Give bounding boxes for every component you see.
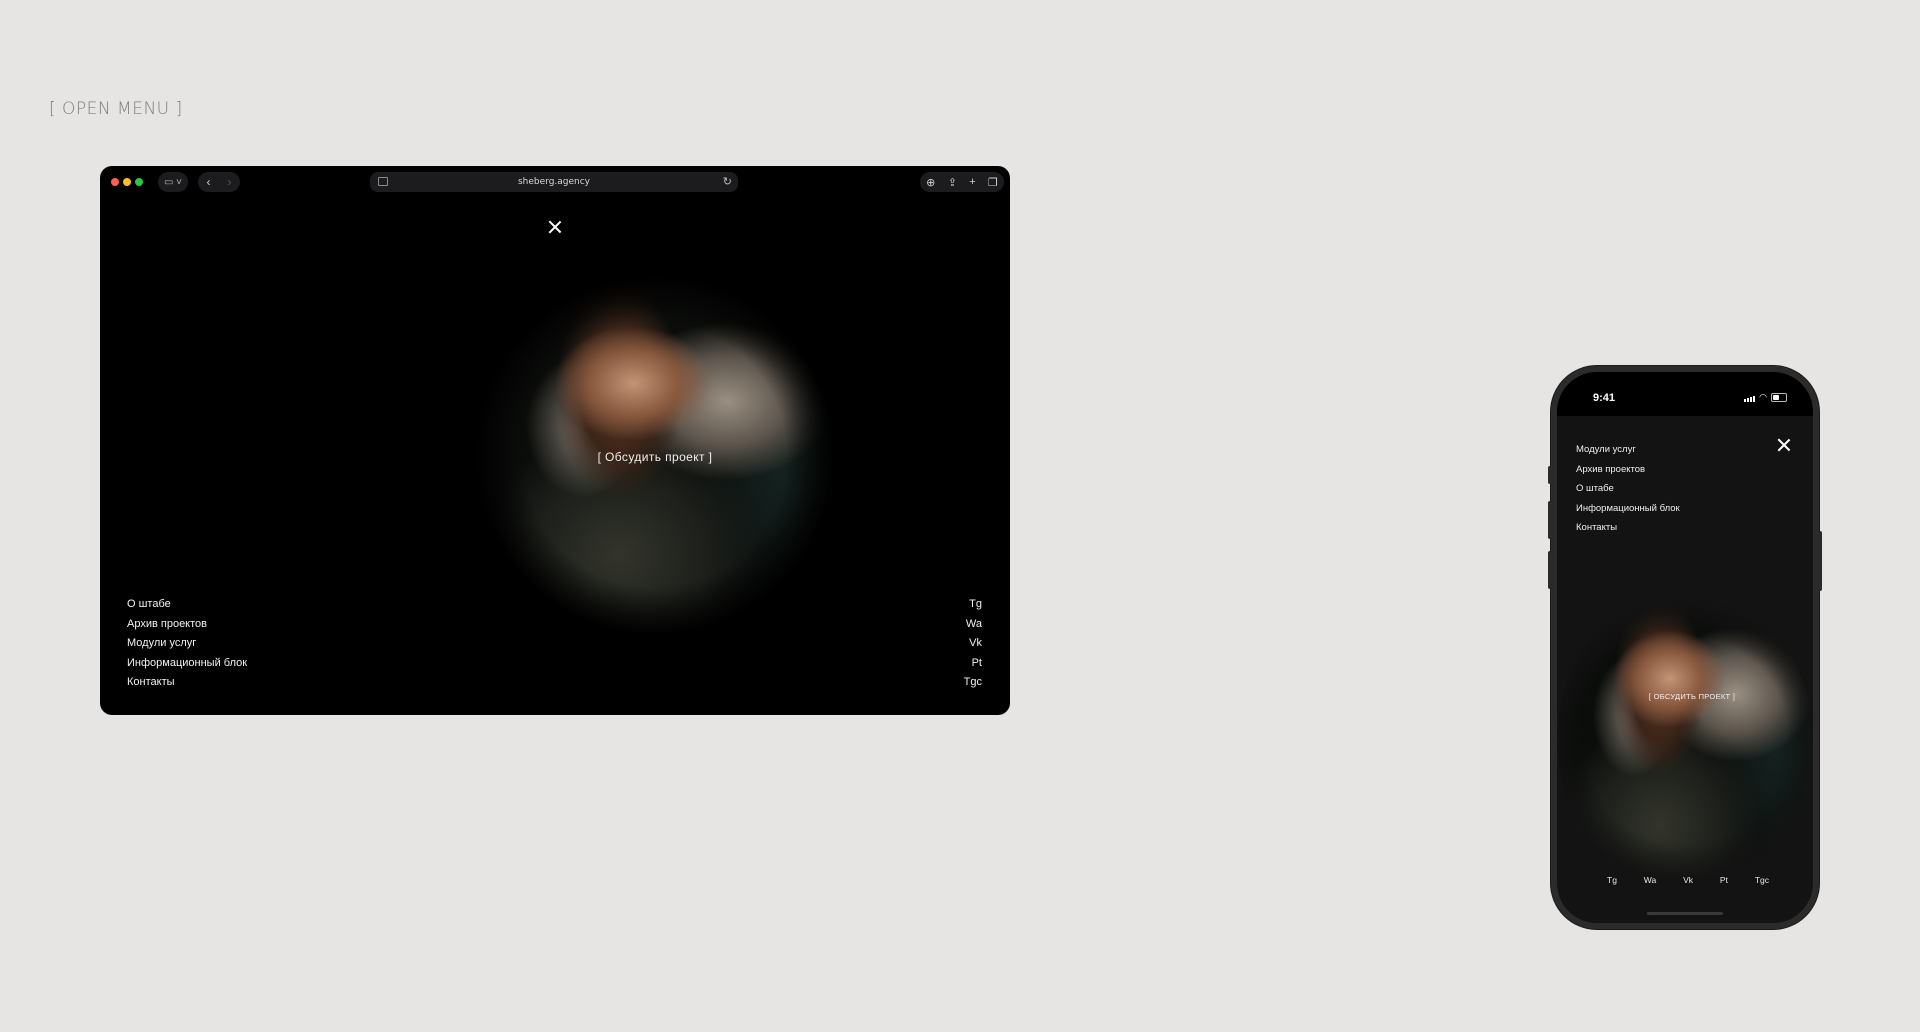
social-link-tg[interactable]: Tg: [964, 595, 982, 615]
social-link-pt[interactable]: Pt: [1720, 875, 1728, 885]
phone-volume-down-button: [1548, 551, 1552, 589]
mobile-menu-list: Модули услуг Архив проектов О штабе Инфо…: [1576, 440, 1680, 538]
share-icon[interactable]: ⇪: [948, 176, 957, 189]
phone-screen: 9:41 ◠ Модули услуг Архив проектов О шта…: [1557, 372, 1813, 923]
wifi-icon: ◠: [1759, 392, 1767, 402]
social-links: Tg Wa Vk Pt Tgc: [964, 595, 982, 693]
battery-icon: [1771, 393, 1787, 402]
menu-item-archive[interactable]: Архив проектов: [1576, 460, 1680, 480]
menu-item-services[interactable]: Модули услуг: [127, 634, 247, 654]
menu-item-about[interactable]: О штабе: [1576, 479, 1680, 499]
social-link-pt[interactable]: Pt: [964, 654, 982, 674]
url-text: sheberg.agency: [517, 177, 591, 187]
page-label: [ OPEN MENU ]: [49, 99, 183, 119]
social-link-tgc[interactable]: Tgc: [964, 673, 982, 693]
forward-icon[interactable]: ›: [228, 175, 232, 189]
mobile-phone-mockup: 9:41 ◠ Модули услуг Архив проектов О шта…: [1548, 366, 1822, 929]
address-bar[interactable]: sheberg.agency ↻: [370, 172, 738, 192]
social-link-vk[interactable]: Vk: [1683, 875, 1693, 885]
social-link-wa[interactable]: Wa: [1644, 875, 1656, 885]
menu-item-about[interactable]: О штабе: [127, 595, 247, 615]
close-icon[interactable]: [1776, 437, 1792, 453]
status-bar: 9:41 ◠: [1557, 372, 1813, 416]
phone-power-button: [1818, 531, 1822, 591]
mobile-social-links: Tg Wa Vk Pt Tgc: [1607, 875, 1769, 885]
new-tab-icon[interactable]: +: [969, 176, 975, 188]
tabs-icon[interactable]: ❐: [988, 176, 998, 189]
menu-item-info[interactable]: Информационный блок: [127, 654, 247, 674]
menu-list: О штабе Архив проектов Модули услуг Инфо…: [127, 595, 247, 693]
maximize-window-button[interactable]: [135, 178, 143, 186]
status-icons: ◠: [1744, 393, 1787, 402]
menu-item-info[interactable]: Информационный блок: [1576, 499, 1680, 519]
home-indicator: [1647, 912, 1723, 915]
discuss-project-button[interactable]: [ Обсудить проект ]: [476, 450, 834, 464]
phone-action-button: [1548, 466, 1552, 484]
dynamic-island: [1649, 385, 1723, 405]
nav-buttons: ‹ ›: [198, 172, 240, 192]
minimize-window-button[interactable]: [123, 178, 131, 186]
social-link-wa[interactable]: Wa: [964, 615, 982, 635]
social-link-vk[interactable]: Vk: [964, 634, 982, 654]
discuss-project-button[interactable]: [ ОБСУДИТЬ ПРОЕКТ ]: [1557, 692, 1813, 701]
close-icon[interactable]: [547, 219, 563, 235]
menu-item-services[interactable]: Модули услуг: [1576, 440, 1680, 460]
sidebar-toggle-button[interactable]: ▭ ˅: [158, 172, 188, 192]
toolbar-actions: ⊕ ⇪ + ❐: [920, 172, 1004, 192]
sidebar-icon: ▭ ˅: [163, 176, 183, 188]
download-icon[interactable]: ⊕: [926, 176, 935, 189]
menu-item-contacts[interactable]: Контакты: [1576, 518, 1680, 538]
status-time: 9:41: [1593, 392, 1616, 404]
back-icon[interactable]: ‹: [207, 175, 211, 189]
menu-item-contacts[interactable]: Контакты: [127, 673, 247, 693]
phone-volume-up-button: [1548, 501, 1552, 539]
close-window-button[interactable]: [111, 178, 119, 186]
reload-icon[interactable]: ↻: [723, 175, 732, 188]
social-link-tgc[interactable]: Tgc: [1755, 875, 1769, 885]
menu-item-archive[interactable]: Архив проектов: [127, 615, 247, 635]
signal-icon: [1744, 396, 1756, 402]
hero-portrait-image: [1557, 587, 1813, 893]
desktop-browser-window: ▭ ˅ ‹ › sheberg.agency ↻ ⊕ ⇪ + ❐ [ Обсуд…: [100, 166, 1010, 715]
social-link-tg[interactable]: Tg: [1607, 875, 1617, 885]
browser-toolbar: ▭ ˅ ‹ › sheberg.agency ↻ ⊕ ⇪ + ❐: [100, 166, 1010, 196]
